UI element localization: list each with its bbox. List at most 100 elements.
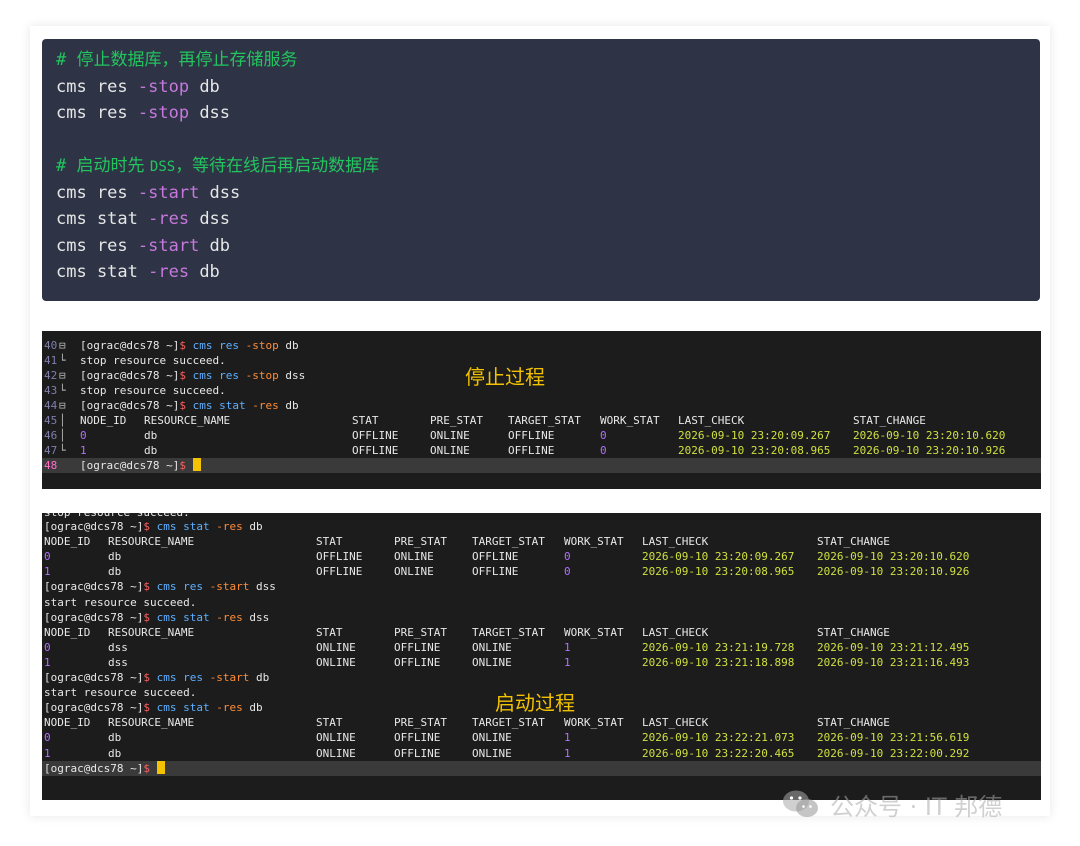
terminal-line: 0 db ONLINE OFFLINE ONLINE 1 2026-09-10 23:22:…	[42, 730, 1041, 745]
cell-target-stat: ONLINE	[472, 746, 512, 760]
shell-arg: db	[249, 671, 270, 684]
terminal-start-process: 启动过程 stop resource succeed.[ograc@dcs78 …	[42, 513, 1041, 800]
watermark-text: 公众号 · IT 邦德	[830, 792, 1003, 821]
terminal-line: 1 dss ONLINE OFFLINE ONLINE 1 2026-09-10 23:21…	[42, 655, 1041, 670]
terminal-line: 1 db ONLINE OFFLINE ONLINE 1 2026-09-10 23:22:…	[42, 746, 1041, 761]
col-header-last-check: LAST_CHECK	[642, 625, 709, 639]
cell-node-id: 1	[44, 565, 51, 579]
col-header-target-stat: TARGET_STAT	[472, 716, 545, 730]
terminal-line: NODE_ID RESOURCE_NAME STAT PRE_STAT TARGET_S…	[42, 625, 1041, 640]
prompt-dollar: $	[179, 339, 193, 352]
cell-resource-name: dss	[108, 640, 128, 654]
cell-resource-name: db	[108, 731, 122, 745]
col-header-node-id: NODE_ID	[80, 414, 127, 427]
output-text: start resource succeed.	[44, 686, 197, 700]
code-comment: # 停止数据库，再停止存储服务	[56, 50, 297, 70]
shell-arg: dss	[242, 610, 270, 624]
terminal-line: 0 dss ONLINE OFFLINE ONLINE 1 2026-09-10 23:21…	[42, 640, 1041, 655]
terminal-line: 40 ⊟ [ograc@dcs78 ~]$ cms res -stop db	[42, 338, 1041, 353]
prompt-dollar: $	[143, 671, 157, 684]
col-header-stat: STAT	[316, 625, 343, 639]
col-header-stat-change: STAT_CHANGE	[853, 414, 926, 427]
shell-arg: db	[242, 701, 263, 715]
shell-prompt: [ograc@dcs78 ~]	[80, 339, 180, 352]
code-line: cms res -start db	[56, 233, 1040, 260]
cell-node-id: 1	[44, 746, 51, 760]
prompt-dollar: $	[143, 761, 157, 775]
cell-target-stat: ONLINE	[472, 731, 512, 745]
prompt-dollar: $	[179, 369, 193, 382]
code-flag: -start	[137, 182, 200, 203]
shell-command: cms stat	[192, 399, 253, 412]
fold-marker: ⊟	[59, 399, 66, 412]
shell-prompt: [ograc@dcs78 ~]	[44, 761, 144, 775]
code-arg: dss	[189, 103, 231, 123]
cell-node-id: 0	[44, 550, 51, 564]
col-header-node-id: NODE_ID	[44, 535, 91, 549]
terminal-stop-process: 停止过程 40 ⊟ [ograc@dcs78 ~]$ cms res -stop d…	[42, 331, 1041, 489]
shell-prompt: [ograc@dcs78 ~]	[80, 459, 180, 472]
col-header-work-stat: WORK_STAT	[564, 535, 624, 549]
shell-prompt-line: [ograc@dcs78 ~]$ cms res -stop db	[80, 338, 299, 353]
cell-target-stat: OFFLINE	[472, 550, 519, 564]
shell-prompt: [ograc@dcs78 ~]	[44, 520, 144, 533]
cell-node-id: 1	[44, 655, 51, 669]
shell-flag: -start	[209, 580, 250, 594]
shell-command: cms res	[192, 369, 246, 382]
code-command: cms res	[56, 76, 138, 97]
cell-target-stat: OFFLINE	[508, 429, 555, 442]
line-number: 43	[44, 384, 58, 397]
terminal-line: 45 │ NODE_ID RESOURCE_NAME STAT PRE_STAT TARGE…	[42, 413, 1041, 428]
shell-command: cms stat	[156, 520, 217, 533]
cell-pre-stat: ONLINE	[430, 444, 470, 457]
col-header-target-stat: TARGET_STAT	[508, 414, 581, 427]
code-flag: -res	[148, 262, 190, 282]
cell-pre-stat: ONLINE	[430, 429, 470, 442]
cell-pre-stat: OFFLINE	[394, 731, 441, 745]
code-arg: dss	[199, 182, 241, 203]
fold-marker: └	[59, 444, 66, 457]
col-header-stat-change: STAT_CHANGE	[817, 716, 890, 730]
fold-marker: │	[59, 414, 66, 427]
code-command: cms res	[56, 182, 138, 203]
code-command: cms res	[56, 235, 138, 256]
prompt-dollar: $	[143, 520, 157, 533]
col-header-last-check: LAST_CHECK	[642, 716, 709, 730]
comment-text: 停止数据库，再停止存储服务	[76, 50, 298, 70]
shell-prompt-line: [ograc@dcs78 ~]$ cms stat -res dss	[44, 610, 269, 625]
fold-marker: └	[59, 384, 66, 397]
cell-stat: OFFLINE	[316, 550, 363, 564]
code-block: # 停止数据库，再停止存储服务 cms res -stop db cms res -…	[42, 39, 1040, 301]
cell-pre-stat: OFFLINE	[394, 655, 441, 669]
cell-stat: ONLINE	[316, 731, 356, 745]
terminal-cursor	[192, 458, 201, 471]
terminal-line: start resource succeed.	[42, 595, 1041, 610]
cell-work-stat: 1	[564, 640, 571, 654]
terminal-line: 0 db OFFLINE ONLINE OFFLINE 0 2026-09-10 23:20…	[42, 549, 1041, 564]
cell-stat: ONLINE	[316, 640, 356, 654]
cell-pre-stat: ONLINE	[394, 565, 434, 579]
code-flag: -stop	[137, 103, 190, 123]
cell-stat: ONLINE	[316, 655, 356, 669]
code-line: cms res -stop db	[56, 74, 1040, 101]
cell-work-stat: 0	[564, 550, 571, 564]
code-command: cms stat	[56, 209, 149, 229]
cell-resource-name: db	[108, 550, 122, 564]
cell-last-check: 2026-09-10 23:20:09.267	[642, 550, 795, 564]
col-header-stat: STAT	[316, 716, 343, 730]
col-header-target-stat: TARGET_STAT	[472, 625, 545, 639]
code-line: cms res -start dss	[56, 180, 1040, 207]
cell-node-id: 0	[44, 731, 51, 745]
cell-resource-name: db	[144, 429, 158, 442]
shell-flag: -stop	[245, 369, 279, 382]
shell-arg: dss	[249, 580, 276, 594]
terminal-line: 43 └ stop resource succeed.	[42, 383, 1041, 398]
col-header-resource-name: RESOURCE_NAME	[144, 414, 231, 427]
cell-work-stat: 0	[564, 565, 571, 579]
shell-arg: dss	[278, 369, 306, 382]
cell-stat: OFFLINE	[316, 565, 363, 579]
shell-prompt-line: [ograc@dcs78 ~]$ cms res -start dss	[44, 579, 276, 594]
col-header-work-stat: WORK_STAT	[564, 625, 624, 639]
terminal-line: start resource succeed.	[42, 685, 1041, 700]
code-flag: -start	[137, 235, 200, 256]
